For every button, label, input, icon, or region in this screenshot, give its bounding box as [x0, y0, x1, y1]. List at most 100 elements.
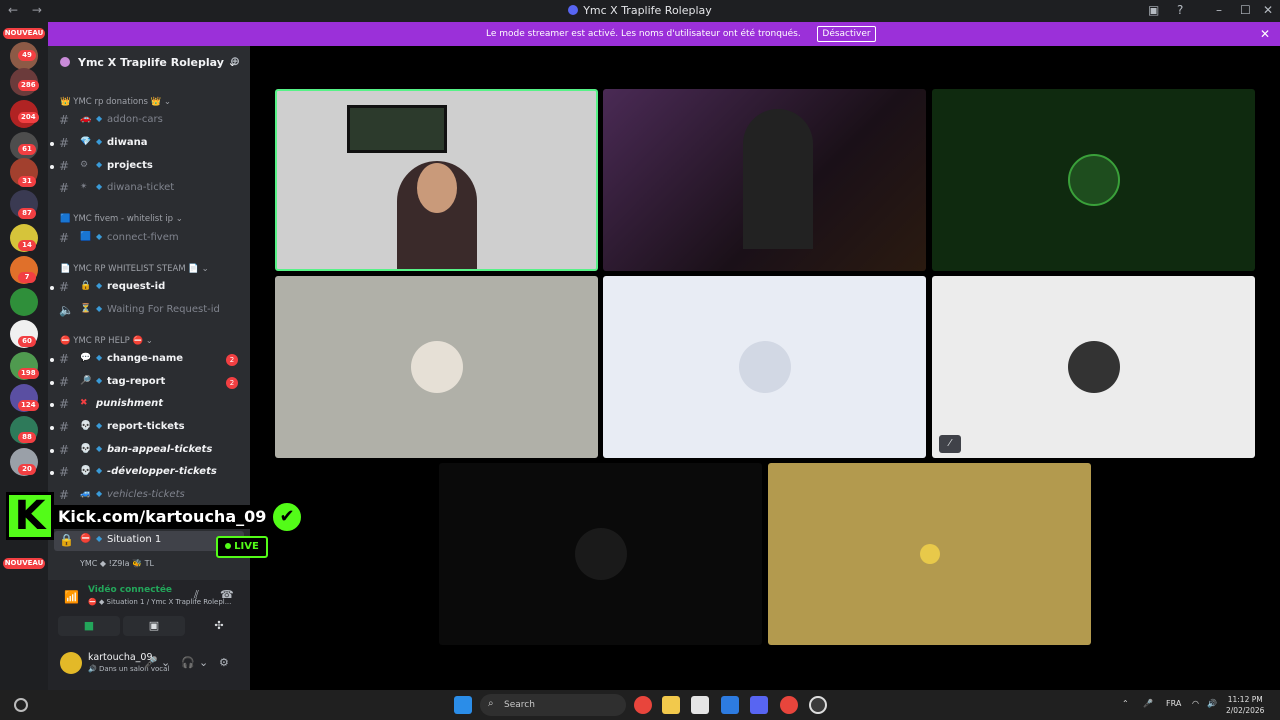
diamond-icon: ◆ — [96, 466, 103, 475]
hash-icon: # — [59, 397, 70, 411]
server-header[interactable]: Ymc X Traplife Roleplay ⌄ ⊕ — [48, 46, 250, 78]
noise-suppression-icon[interactable]: ⫽ — [194, 588, 199, 602]
channel-waiting-request-id[interactable]: 🔈 ⏳ ◆ Waiting For Request-id — [54, 301, 244, 321]
volume-icon[interactable]: 🔊 — [1207, 699, 1217, 708]
streamer-face — [417, 163, 457, 213]
screen-share-button[interactable]: ▣ — [123, 616, 185, 636]
mention-badge: 2 — [226, 377, 238, 389]
category-donations[interactable]: 👑 YMC rp donations 👑 ⌄ — [60, 97, 171, 107]
username[interactable]: kartoucha_09 — [88, 652, 153, 663]
channel-connect-fivem[interactable]: # 🟦 ◆ connect-fivem — [54, 229, 244, 249]
video-tile-participant[interactable] — [275, 276, 598, 458]
person-add-icon[interactable]: ⊕ — [230, 54, 240, 68]
category-fivem[interactable]: 🟦 YMC fivem - whitelist ip ⌄ — [60, 214, 183, 224]
chevron-up-icon[interactable]: ⌃ — [1122, 699, 1129, 708]
title-bar: ← → Ymc X Traplife Roleplay ▣ ? – ☐ ✕ — [0, 0, 1280, 22]
channel-projects[interactable]: # ⚙ ◆ projects — [50, 157, 244, 177]
diamond-icon: ◆ — [96, 489, 103, 498]
channel-ban-appeal-tickets[interactable]: # 💀 ◆ ban-appeal-tickets — [50, 441, 244, 461]
category-help[interactable]: ⛔ YMC RP HELP ⛔ ⌄ — [60, 336, 153, 346]
chevron-down-icon[interactable]: ⌄ — [199, 656, 208, 669]
help-icon[interactable]: ? — [1177, 3, 1183, 17]
diamond-icon: ◆ — [96, 534, 103, 543]
channel-diwana[interactable]: # 💎 ◆ diwana — [50, 134, 244, 154]
inbox-icon[interactable]: ▣ — [1148, 3, 1159, 17]
close-window-icon[interactable]: ✕ — [1263, 3, 1273, 17]
channel-developper-tickets[interactable]: # 💀 ◆ -développer-tickets — [50, 463, 244, 483]
window-title: Ymc X Traplife Roleplay — [0, 4, 1280, 17]
video-tile-z9la[interactable] — [932, 89, 1255, 271]
channel-tag-report[interactable]: # 🔎 ◆ tag-report 2 — [50, 373, 244, 393]
unread-badge: 49 — [18, 50, 36, 61]
activity-button[interactable]: ✣ — [188, 616, 250, 636]
chrome-icon[interactable] — [780, 696, 798, 714]
close-banner-icon[interactable]: ✕ — [1260, 27, 1270, 41]
lock-icon: 🔒 — [59, 533, 74, 547]
video-stage: ⁄ — [250, 46, 1280, 690]
disconnect-icon[interactable]: ☎ — [220, 588, 234, 601]
muted-icon: ⁄ — [939, 435, 961, 453]
windows-start-icon[interactable] — [454, 696, 472, 714]
mention-badge: 2 — [226, 354, 238, 366]
signal-icon[interactable]: 📶 — [64, 590, 79, 604]
obs-icon[interactable] — [809, 696, 827, 714]
unread-badge: 87 — [18, 208, 36, 219]
hash-icon: # — [59, 375, 70, 389]
server-icon[interactable] — [10, 288, 38, 316]
channel-addon-cars[interactable]: # 🚗 ◆ addon-cars — [54, 111, 244, 131]
headphones-icon[interactable]: 🎧 — [181, 656, 195, 669]
gear-icon[interactable]: ⚙ — [219, 656, 229, 669]
verified-check-icon: ✔ — [270, 500, 304, 534]
video-tile-participant[interactable] — [439, 463, 762, 645]
widgets-icon[interactable] — [14, 698, 28, 712]
channel-vehicles-tickets[interactable]: # 🚙 ◆ vehicles-tickets — [54, 486, 244, 506]
maximize-icon[interactable]: ☐ — [1240, 3, 1251, 17]
channel-diwana-ticket[interactable]: # ✴ ◆ diwana-ticket — [54, 179, 244, 199]
diamond-icon: ◆ — [96, 232, 103, 241]
diamond-icon: ◆ — [96, 444, 103, 453]
language-indicator[interactable]: FRA — [1166, 699, 1181, 708]
avatar[interactable] — [60, 652, 82, 674]
voice-status: Vidéo connectée — [88, 585, 173, 595]
channel-change-name[interactable]: # 💬 ◆ change-name 2 — [50, 350, 244, 370]
chrome-icon[interactable] — [634, 696, 652, 714]
minimize-icon[interactable]: – — [1216, 3, 1222, 17]
unread-badge: 20 — [18, 464, 36, 475]
avatar — [410, 341, 463, 393]
channel-punishment[interactable]: # ✖ punishment — [50, 395, 244, 415]
voice-location[interactable]: ⛔ ◆ Situation 1 / Ymc X Traplife Rolepl.… — [88, 598, 231, 606]
unread-dot — [50, 403, 54, 407]
microphone-icon[interactable]: 🎤 — [1143, 699, 1153, 708]
video-tile-participant[interactable]: ⁄ — [932, 276, 1255, 458]
video-tile-participant[interactable] — [603, 276, 926, 458]
chevron-down-icon[interactable]: ⌄ — [161, 656, 170, 669]
hash-icon: # — [59, 443, 70, 457]
new-badge: NOUVEAU — [3, 28, 45, 39]
file-explorer-icon[interactable] — [662, 696, 680, 714]
store-icon[interactable] — [691, 696, 709, 714]
diamond-icon: ◆ — [96, 160, 103, 169]
system-clock[interactable]: 11:12 PM 2/02/2026 — [1226, 694, 1264, 716]
live-dot-icon — [225, 543, 232, 549]
avatar — [919, 544, 940, 564]
microphone-icon[interactable]: 🎤 — [144, 656, 158, 669]
server-name[interactable]: Ymc X Traplife Roleplay ⌄ — [78, 56, 237, 69]
video-tile-participant[interactable] — [768, 463, 1091, 645]
search-box[interactable]: ⌕ Search — [480, 694, 626, 716]
streamer-mode-banner: Le mode streamer est activé. Les noms d'… — [48, 22, 1280, 46]
voice-channel-users[interactable]: YMC ◆ !Z9la 🐝 TL — [80, 559, 154, 568]
wifi-icon[interactable]: ◠ — [1192, 699, 1199, 708]
discord-logo-icon — [568, 5, 579, 15]
mail-icon[interactable] — [721, 696, 739, 714]
diamond-icon: ◆ — [96, 182, 103, 191]
category-whitelist-steam[interactable]: 📄 YMC RP WHITELIST STEAM 📄 ⌄ — [60, 264, 209, 274]
unread-badge: 7 — [18, 272, 36, 283]
diamond-icon: ◆ — [96, 353, 103, 362]
video-tile-speaking[interactable] — [275, 89, 598, 271]
video-tile-camera[interactable] — [603, 89, 926, 271]
channel-report-tickets[interactable]: # 💀 ◆ report-tickets — [50, 418, 244, 438]
channel-request-id[interactable]: # 🔒 ◆ request-id — [50, 278, 244, 298]
discord-icon[interactable] — [750, 696, 768, 714]
camera-button[interactable]: ■ — [58, 616, 120, 636]
disable-streamer-button[interactable]: Désactiver — [817, 26, 876, 42]
